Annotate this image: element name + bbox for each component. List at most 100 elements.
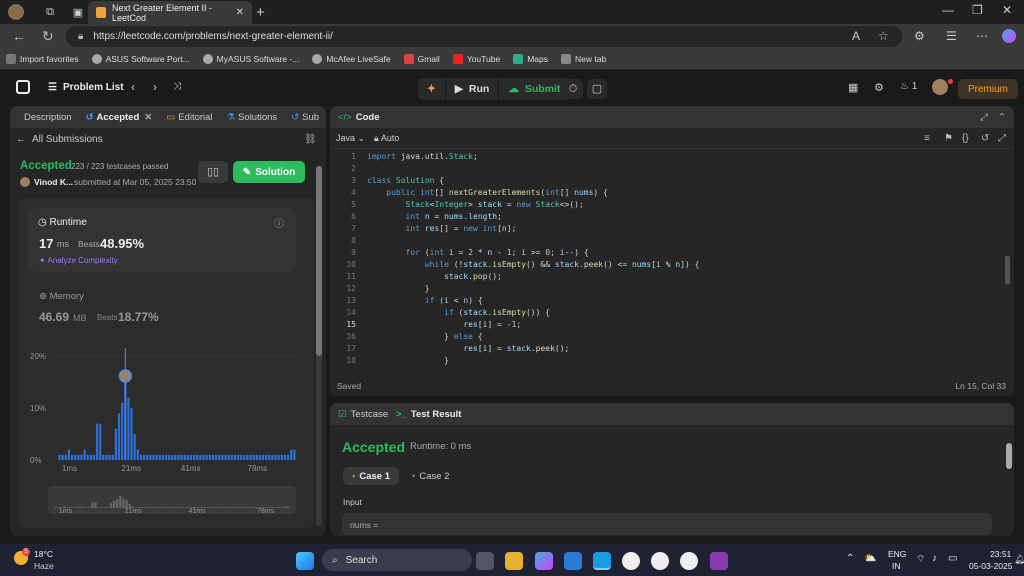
code-line[interactable]: if (stack.isEmpty()) { <box>367 307 550 319</box>
more-icon[interactable]: ⋯ <box>976 29 988 43</box>
prev-problem-icon[interactable]: ‹ <box>131 80 135 94</box>
edge-icon[interactable] <box>593 552 611 570</box>
timer-icon[interactable]: ⏱ <box>563 79 583 99</box>
bookmark-gmail[interactable]: Gmail <box>403 53 440 64</box>
code-line[interactable]: import java.util.Stack; <box>367 151 478 163</box>
chevron-up-icon[interactable]: ⌃ <box>846 553 854 564</box>
weather-desc[interactable]: Haze <box>34 561 54 571</box>
copilot-taskbar-icon[interactable] <box>535 552 553 570</box>
code-line[interactable]: while (!stack.isEmpty() && stack.peek() … <box>367 259 700 271</box>
case-2-tab[interactable]: • Case 2 <box>412 467 449 485</box>
premium-button[interactable]: Premium <box>958 79 1018 99</box>
code-line[interactable]: } <box>367 283 430 295</box>
github-icon[interactable] <box>622 552 640 570</box>
weather-temp[interactable]: 18°C <box>34 549 53 559</box>
tab-editorial[interactable]: ▭ Editorial <box>166 112 212 123</box>
tab-description[interactable]: Description <box>24 112 72 123</box>
code-line[interactable]: public int[] nextGreaterElements(int[] n… <box>367 187 608 199</box>
expand-icon[interactable]: ⤢ <box>980 112 988 123</box>
windows-start-icon[interactable] <box>296 552 314 570</box>
left-scrollbar[interactable] <box>316 166 322 526</box>
tab-accepted[interactable]: ↺ Accepted ✕ <box>86 112 153 123</box>
tab-test-result[interactable]: >_ Test Result <box>396 409 461 420</box>
url-field[interactable]: 🔒︎ https://leetcode.com/problems/next-gr… <box>66 26 902 47</box>
tab-testcase[interactable]: ☑ Testcase <box>338 409 388 420</box>
tray-icon[interactable]: ⛅ <box>864 553 876 564</box>
bookmark-myasus[interactable]: MyASUS Software -... <box>202 53 299 64</box>
favorite-star-icon[interactable]: ☆ <box>878 29 889 43</box>
region-indicator[interactable]: IN <box>892 561 901 571</box>
all-submissions-link[interactable]: ← All Submissions <box>16 134 103 145</box>
minimize-icon[interactable]: — <box>942 3 954 17</box>
settings-gear-icon[interactable]: ⚙ <box>874 81 884 94</box>
notifications-icon[interactable]: 🔔︎ <box>1014 554 1024 565</box>
editorial-book-icon[interactable]: ▯▯ <box>198 161 228 183</box>
runtime-distribution-chart[interactable]: 20% 10% 0% 1ms 21ms 41ms 78ms <box>28 348 300 478</box>
file-explorer-icon[interactable] <box>505 552 523 570</box>
code-line[interactable]: int n = nums.length; <box>367 211 502 223</box>
link-icon[interactable]: ⛓ <box>304 134 317 145</box>
bookmark-youtube[interactable]: YouTube <box>452 53 500 64</box>
case-1-tab[interactable]: • Case 1 <box>343 467 399 485</box>
volume-icon[interactable]: ♪ <box>932 553 937 564</box>
vscode-icon[interactable] <box>564 552 582 570</box>
copilot-icon[interactable] <box>1002 29 1016 43</box>
notes-icon[interactable]: ▢ <box>587 79 607 99</box>
task-view-icon[interactable] <box>476 552 494 570</box>
code-line[interactable]: for (int i = 2 * n - 1; i >= 0; i--) { <box>367 247 589 259</box>
auto-mode-toggle[interactable]: 🔒︎ Auto <box>374 133 399 144</box>
tab-close-icon[interactable]: ✕ <box>144 112 152 123</box>
info-icon[interactable]: ⓘ <box>274 215 284 230</box>
code-line[interactable]: stack.pop(); <box>367 271 502 283</box>
next-problem-icon[interactable]: › <box>153 80 157 94</box>
favorites-icon[interactable]: ☰ <box>946 29 957 43</box>
bookmark-import[interactable]: Import favorites <box>6 53 79 64</box>
code-line[interactable]: if (i < n) { <box>367 295 483 307</box>
code-line[interactable]: res[i] = stack.peek(); <box>367 343 569 355</box>
bookmark-mcafee[interactable]: McAfee LiveSafe <box>312 53 391 64</box>
maximize-icon[interactable]: ❐ <box>972 3 983 17</box>
analyze-complexity-link[interactable]: ✦ Analyze Complexity <box>39 256 118 265</box>
braces-icon[interactable]: {} <box>962 133 969 144</box>
back-icon[interactable]: ← <box>12 28 26 44</box>
browser-tab-active[interactable]: Next Greater Element II - LeetCod ✕ <box>88 1 252 24</box>
github-desktop-icon[interactable] <box>651 552 669 570</box>
workspaces-icon[interactable]: ⧉ <box>42 4 58 20</box>
tab-close-icon[interactable]: ✕ <box>236 7 244 18</box>
bookmark-asus[interactable]: ASUS Software Port... <box>91 53 190 64</box>
shuffle-icon[interactable]: ⤨ <box>173 81 181 92</box>
fullscreen-icon[interactable]: ⤢ <box>998 133 1006 144</box>
layout-icon[interactable]: ▦ <box>848 81 858 94</box>
collapse-icon[interactable]: ⌃ <box>998 112 1006 123</box>
tab-actions-icon[interactable]: ▣ <box>70 4 86 20</box>
close-window-icon[interactable]: ✕ <box>1002 3 1012 17</box>
read-aloud-icon[interactable]: A <box>852 29 860 43</box>
run-button[interactable]: ▶ Run <box>444 78 499 100</box>
solution-button[interactable]: ✎ Solution <box>233 161 305 183</box>
streak-counter[interactable]: ♨ 1 <box>900 81 917 92</box>
submitter-name[interactable]: Vinod K... <box>34 177 73 187</box>
user-avatar[interactable] <box>932 79 948 95</box>
battery-icon[interactable]: ▭ <box>948 553 957 564</box>
debug-icon[interactable]: ✦ <box>418 78 445 100</box>
lang-indicator[interactable]: ENG <box>888 549 906 559</box>
clock-date[interactable]: 05-03-2025 <box>969 561 1012 571</box>
clock-time[interactable]: 23:51 <box>990 549 1011 559</box>
leetcode-logo-icon[interactable] <box>16 80 30 94</box>
profile-avatar[interactable] <box>8 4 24 20</box>
code-line[interactable]: int res[] = new int[n]; <box>367 223 517 235</box>
submit-button[interactable]: ☁ Submit <box>498 78 569 100</box>
format-icon[interactable]: ≡ <box>924 133 930 144</box>
bookmark-maps[interactable]: Maps <box>513 53 548 64</box>
bookmark-icon[interactable]: ⚑ <box>944 133 953 144</box>
tab-submissions[interactable]: ↺ Sub <box>291 112 319 123</box>
tab-solutions[interactable]: ⚗ Solutions <box>227 112 278 123</box>
runtime-card[interactable]: ◷ Runtime ⓘ 17 ms Beats 48.95% ✦ Analyze… <box>28 208 296 272</box>
code-line[interactable]: } <box>367 355 449 367</box>
wifi-icon[interactable]: ⌔ <box>916 553 925 566</box>
code-line[interactable]: res[i] = -1; <box>367 319 521 331</box>
taskbar-search[interactable]: ⌕ Search <box>322 549 472 571</box>
code-editor[interactable]: 1 import java.util.Stack; 2 3 class Solution… <box>334 151 1014 373</box>
left-scrollbar-thumb[interactable] <box>316 166 322 356</box>
github-icon-2[interactable] <box>680 552 698 570</box>
